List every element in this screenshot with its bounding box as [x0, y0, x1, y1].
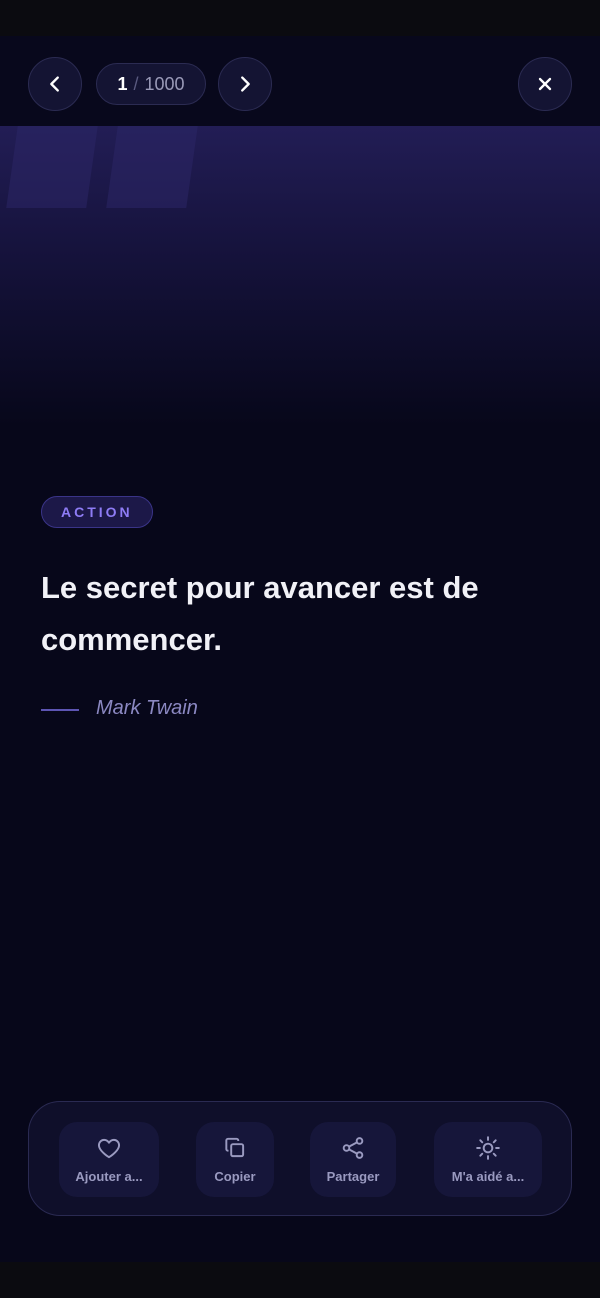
- next-button[interactable]: [218, 57, 272, 111]
- quote-author: Mark Twain: [96, 697, 198, 719]
- chevron-left-icon: [50, 76, 59, 92]
- quote-mark-decoration: [6, 126, 98, 208]
- top-bar: 1 / 1000: [0, 36, 600, 126]
- hero-gradient: [0, 126, 600, 426]
- quote-mark-decoration: [106, 126, 198, 208]
- quote-counter: 1 / 1000: [96, 63, 206, 105]
- action-label: Copier: [214, 1169, 256, 1184]
- close-button[interactable]: [518, 57, 572, 111]
- author-divider: [41, 709, 79, 711]
- share-icon: [342, 1137, 364, 1159]
- share-button[interactable]: Partager: [310, 1122, 396, 1197]
- counter-separator: /: [133, 73, 139, 94]
- counter-current: 1: [117, 73, 128, 94]
- chevron-right-icon: [241, 76, 250, 92]
- copy-icon: [225, 1137, 245, 1158]
- close-icon: [538, 77, 552, 91]
- action-label: M'a aidé a...: [451, 1169, 525, 1184]
- add-to-favorites-button[interactable]: Ajouter a...: [59, 1122, 159, 1197]
- sun-icon: [476, 1136, 500, 1160]
- home-indicator-area: [0, 1262, 600, 1298]
- quote-text: Le secret pour avancer est de commencer.: [41, 570, 479, 657]
- action-label: Partager: [326, 1169, 380, 1184]
- helped-me-button[interactable]: M'a aidé a...: [434, 1122, 542, 1197]
- previous-button[interactable]: [28, 57, 82, 111]
- quote-viewer-screen: 1 / 1000 ACTION Le secret pour avancer e…: [0, 0, 600, 1298]
- action-bar: Ajouter a... Copier Partager M'a aidé a.…: [28, 1101, 572, 1216]
- copy-button[interactable]: Copier: [196, 1122, 274, 1197]
- category-badge: ACTION: [41, 496, 153, 528]
- heart-icon: [98, 1138, 120, 1159]
- action-label: Ajouter a...: [75, 1169, 143, 1184]
- counter-total: 1000: [144, 73, 185, 94]
- status-bar: [0, 0, 600, 36]
